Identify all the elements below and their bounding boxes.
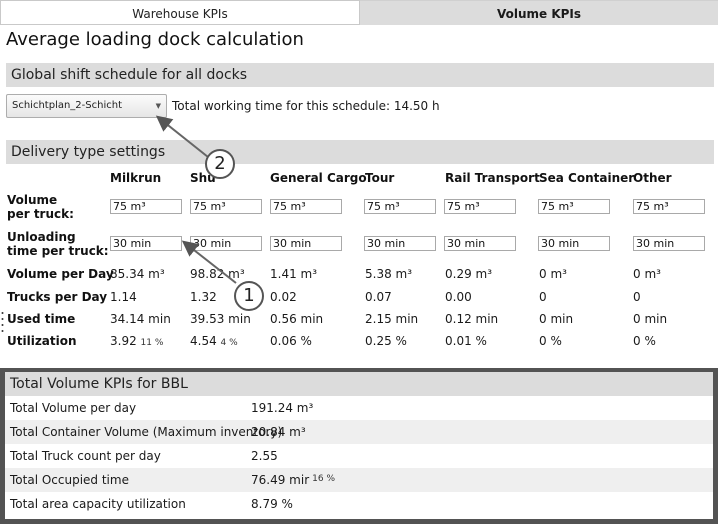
trucks-per-day-milkrun: 1.14 [110,290,137,304]
trucks-per-day-sea-container: 0 [539,290,547,304]
trucks-per-day-shuttle: 1.32 [190,290,217,304]
used-time-general-cargo: 0.56 min [270,312,324,326]
delivery-section-header: Delivery type settings [6,140,714,164]
total-label-container-volume: Total Container Volume (Maximum inventor… [10,425,283,439]
total-kpis-panel: Total Volume KPIs for BBL Total Volume p… [0,368,718,524]
total-label-truck-count: Total Truck count per day [10,449,161,463]
used-time-shuttle: 39.53 min [190,312,251,326]
total-value-area-utilization: 8.79 % [251,497,293,511]
page-title: Average loading dock calculation [6,29,304,50]
unloading-input-sea-container[interactable] [538,236,610,251]
utilization-shuttle: 4.54 4 % [190,334,238,348]
utilization-sea-container: 0 % [539,334,562,348]
col-head-sea-container: Sea Container [539,171,635,185]
row-label-trucks-per-day: Trucks per Day [7,290,108,304]
total-value-container-volume: 20.84 m³ [251,425,306,439]
col-head-tour: Tour [365,171,395,185]
grip-dots-icon[interactable] [1,310,4,336]
total-row-volume-per-day: Total Volume per day 191.24 m³ [5,396,713,420]
shift-schedule-value: Schichtplan_2-Schicht [12,100,122,111]
tab-warehouse-kpis[interactable]: Warehouse KPIs [0,0,360,25]
utilization-shuttle-overlay: 4 % [220,338,238,348]
unloading-input-milkrun[interactable] [110,236,182,251]
col-head-other: Other [633,171,672,185]
unloading-input-rail-transport[interactable] [444,236,516,251]
total-occupied-time-overlay: 16 % [312,474,335,484]
utilization-tour: 0.25 % [365,334,407,348]
used-time-milkrun: 34.14 min [110,312,171,326]
row-label-volume: Volume per truck: [7,193,74,221]
used-time-sea-container: 0 min [539,312,574,326]
volume-per-day-general-cargo: 1.41 m³ [270,267,318,281]
shift-schedule-dropdown[interactable]: Schichtplan_2-Schicht ▼ [6,94,167,118]
volume-input-shuttle[interactable] [190,199,262,214]
total-value-occupied-time-text: 76.49 mir [251,473,310,487]
row-label-unloading: Unloading time per truck: [7,230,109,258]
utilization-shuttle-value: 4.54 [190,334,217,348]
volume-per-day-rail-transport: 0.29 m³ [445,267,493,281]
shift-section-header: Global shift schedule for all docks [6,63,714,87]
tab-bar: Warehouse KPIs Volume KPIs [0,0,718,25]
utilization-general-cargo: 0.06 % [270,334,312,348]
col-head-rail-transport: Rail Transport [445,171,540,185]
trucks-per-day-rail-transport: 0.00 [445,290,472,304]
total-label-occupied-time: Total Occupied time [10,473,129,487]
total-value-occupied-time: 76.49 mir 16 % [251,473,335,487]
utilization-rail-transport: 0.01 % [445,334,487,348]
volume-per-day-other: 0 m³ [633,267,661,281]
volume-input-other[interactable] [633,199,705,214]
volume-per-day-milkrun: 85.34 m³ [110,267,165,281]
utilization-other: 0 % [633,334,656,348]
callout-1: 1 [234,281,264,311]
total-value-volume-per-day: 191.24 m³ [251,401,314,415]
total-kpis-content: Total Volume KPIs for BBL Total Volume p… [5,372,713,519]
row-label-used-time: Used time [7,312,76,326]
row-label-unloading-line1: Unloading [7,230,76,244]
utilization-milkrun-overlay: 11 % [140,338,164,348]
row-label-utilization: Utilization [7,334,77,348]
tab-volume-kpis[interactable]: Volume KPIs [360,0,718,25]
used-time-other: 0 min [633,312,668,326]
volume-per-day-shuttle: 98.82 m³ [190,267,245,281]
unloading-input-tour[interactable] [364,236,436,251]
volume-input-tour[interactable] [364,199,436,214]
trucks-per-day-other: 0 [633,290,641,304]
total-row-container-volume: Total Container Volume (Maximum inventor… [5,420,713,444]
used-time-rail-transport: 0.12 min [445,312,499,326]
col-head-milkrun: Milkrun [110,171,162,185]
unloading-input-other[interactable] [633,236,705,251]
total-row-truck-count: Total Truck count per day 2.55 [5,444,713,468]
chevron-down-icon: ▼ [155,102,161,110]
trucks-per-day-general-cargo: 0.02 [270,290,297,304]
schedule-working-time: Total working time for this schedule: 14… [172,99,440,113]
total-label-volume-per-day: Total Volume per day [10,401,137,415]
total-kpis-header: Total Volume KPIs for BBL [5,372,713,396]
row-label-unloading-line2: time per truck: [7,244,109,258]
unloading-input-shuttle[interactable] [190,236,262,251]
row-label-volume-line2: per truck: [7,207,74,221]
volume-input-rail-transport[interactable] [444,199,516,214]
volume-input-sea-container[interactable] [538,199,610,214]
trucks-per-day-tour: 0.07 [365,290,392,304]
row-label-volume-line1: Volume [7,193,58,207]
row-label-volume-per-day: Volume per Day [7,267,114,281]
col-head-general-cargo: General Cargo [270,171,367,185]
utilization-milkrun: 3.92 11 % [110,334,163,348]
total-row-area-utilization: Total area capacity utilization 8.79 % [5,492,713,516]
unloading-input-general-cargo[interactable] [270,236,342,251]
total-value-truck-count: 2.55 [251,449,278,463]
volume-per-day-tour: 5.38 m³ [365,267,413,281]
volume-per-day-sea-container: 0 m³ [539,267,567,281]
callout-2: 2 [205,149,235,179]
volume-input-milkrun[interactable] [110,199,182,214]
used-time-tour: 2.15 min [365,312,419,326]
utilization-milkrun-value: 3.92 [110,334,137,348]
total-row-occupied-time: Total Occupied time 76.49 mir 16 % [5,468,713,492]
total-label-area-utilization: Total area capacity utilization [10,497,186,511]
volume-input-general-cargo[interactable] [270,199,342,214]
